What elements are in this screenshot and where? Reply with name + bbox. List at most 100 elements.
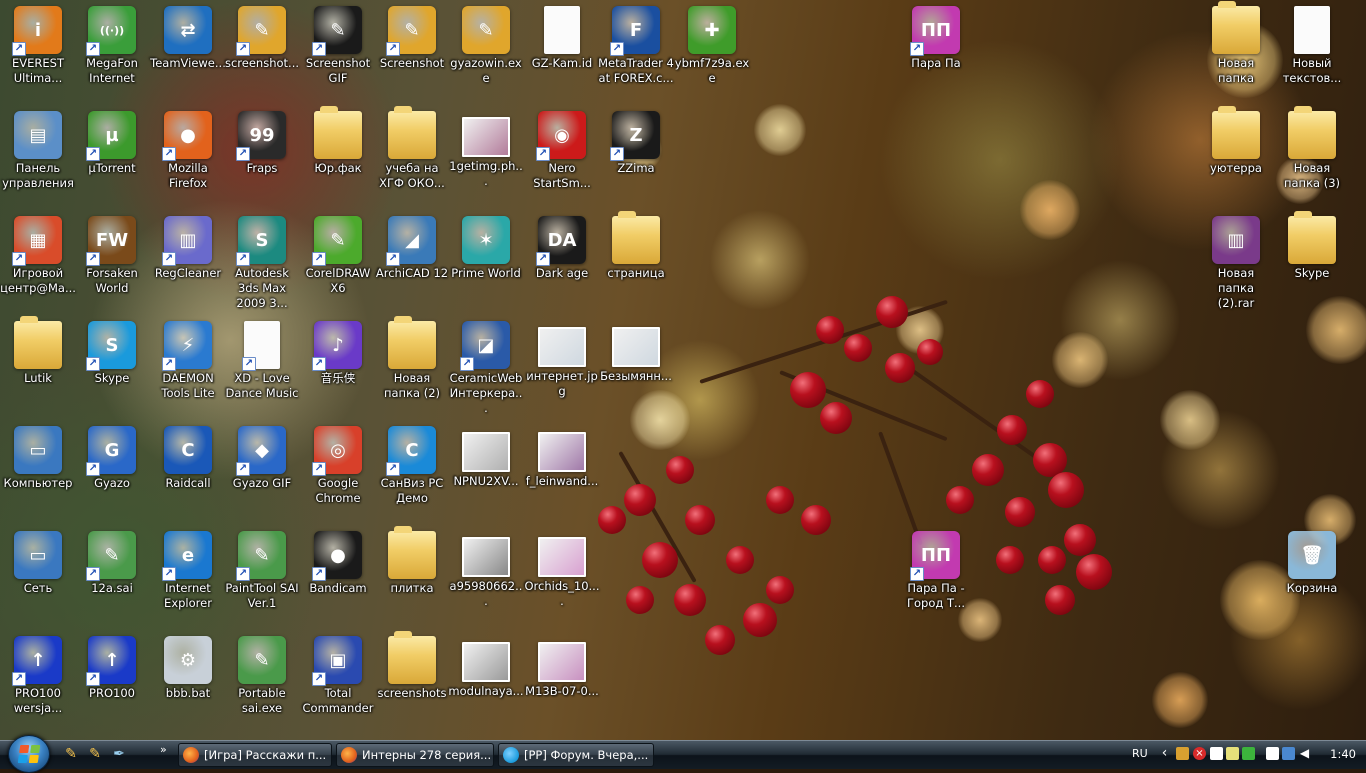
desktop-icon[interactable]: ◪ ↗ CeramicWeb Интеркера... [448,317,524,419]
desktop-icon[interactable]: Lutik [0,316,76,419]
tray-expand-arrow-icon[interactable]: ‹ [1158,746,1171,760]
desktop-icon[interactable]: ▭ Сеть [0,527,76,629]
desktop-icon[interactable]: ⚙ bbb.bat [150,632,226,734]
desktop-icon[interactable]: ✎ ↗ screenshot... [224,2,300,104]
desktop-icon[interactable]: modulnaya... [448,632,524,734]
desktop-icon[interactable]: ▦ ↗ Игровой центр@Ma... [0,212,76,314]
desktop-icon[interactable]: ◎ ↗ Google Chrome [300,422,376,524]
desktop-icon[interactable]: ✎ ↗ PaintTool SAI Ver.1 [224,527,300,629]
desktop-icon[interactable]: ▣ ↗ Total Commander [300,632,376,734]
desktop-icon[interactable]: Новая папка (3) [1274,106,1350,209]
desktop-icon[interactable]: ✎ ↗ 12a.sai [74,527,150,629]
desktop-icon[interactable]: M13B-07-0... [524,632,600,734]
desktop-icon[interactable]: screenshots [374,631,450,734]
tray-error-icon[interactable]: × [1193,747,1206,760]
desktop-icon[interactable]: 🗑 Корзина [1274,527,1350,629]
desktop-icon-label: Компьютер [3,476,73,490]
desktop-icon[interactable]: C Raidcall [150,422,226,524]
desktop-icon[interactable]: S ↗ Skype [74,317,150,419]
desktop-icon[interactable]: ✎ ↗ Screenshot GIF [300,2,376,104]
taskbar-button-firefox-2[interactable]: Интерны 278 серия... [336,743,494,767]
desktop-icon[interactable]: ● ↗ Bandicam [300,527,376,629]
desktop-icon-label: Mozilla Firefox [168,161,208,190]
desktop-icon[interactable]: Z ↗ ZZima [598,107,674,209]
taskbar-button-skype[interactable]: [PP] Форум. Вчера,... [498,743,654,767]
desktop-icon[interactable]: Новая папка (2) [374,316,450,419]
desktop-icon[interactable]: ▥ Новая папка (2).rar [1198,212,1274,314]
desktop-icon[interactable]: DA ↗ Dark age [524,212,600,314]
language-indicator[interactable]: RU [1132,747,1148,760]
start-button[interactable] [8,735,50,773]
desktop-icon[interactable]: Юр.фак [300,106,376,209]
desktop-icon[interactable]: G ↗ Gyazo [74,422,150,524]
tray-battery-icon[interactable] [1266,747,1279,760]
desktop-icon[interactable]: ◢ ↗ ArchiCAD 12 [374,212,450,314]
tray-green-icon[interactable] [1242,747,1255,760]
desktop-icon[interactable]: страница [598,211,674,314]
desktop-icon[interactable]: GZ-Kam.id [524,2,600,104]
bokeh-light [1160,390,1220,450]
taskbar-clock[interactable]: 1:40 [1330,747,1356,761]
desktop-icon[interactable]: Безымянн... [598,317,674,419]
desktop-icon[interactable]: ✚ ybmf7z9a.exe [674,2,750,104]
desktop-icon[interactable]: i ↗ EVEREST Ultima... [0,2,76,104]
desktop-icon[interactable]: a95980662... [448,527,524,629]
desktop-icon[interactable]: ПП ↗ Пара Па - Город Т... [898,527,974,629]
desktop-icon[interactable]: 1getimg.ph... [448,107,524,209]
shortcut-arrow-icon: ↗ [86,252,100,266]
tray-note-icon[interactable] [1226,747,1239,760]
desktop-icon[interactable]: Skype [1274,211,1350,314]
berry-shape [626,586,654,614]
tray-network-icon[interactable] [1282,747,1295,760]
desktop-icon[interactable]: ✎ ↗ CorelDRAW X6 [300,212,376,314]
desktop-icon-label: PRO100 wersja... [13,686,63,715]
desktop-icon[interactable]: e ↗ Internet Explorer [150,527,226,629]
desktop-icon[interactable]: Новый текстов... [1274,2,1350,104]
desktop-icon[interactable]: ⚡ ↗ DAEMON Tools Lite [150,317,226,419]
desktop-icon[interactable]: ПП ↗ Пара Па [898,2,974,104]
quick-launch-expand-button[interactable]: » [160,743,167,756]
desktop-icon[interactable]: ↑ ↗ PRO100 [74,632,150,734]
desktop-icon[interactable]: ↗ XD - Love Dance Music [224,317,300,419]
desktop-icon[interactable]: ↑ ↗ PRO100 wersja... [0,632,76,734]
desktop-icon[interactable]: C ↗ СанВиз PC Демо [374,422,450,524]
quick-launch-pencil-icon[interactable]: ✎ [86,745,104,763]
desktop-icon[interactable]: µ ↗ µTorrent [74,107,150,209]
desktop-icon[interactable]: ✶ Prime World [448,212,524,314]
desktop-icon[interactable]: ((·)) ↗ MegaFon Internet [74,2,150,104]
desktop-icon[interactable]: ◉ ↗ Nero StartSm... [524,107,600,209]
desktop-icon[interactable]: FW ↗ Forsaken World [74,212,150,314]
desktop-icon[interactable]: NPNU2XV... [448,422,524,524]
quick-launch-pen-icon[interactable]: ✒ [110,745,128,763]
tray-document-icon[interactable] [1210,747,1223,760]
desktop-icon[interactable]: интернет.jpg [524,317,600,419]
desktop-icon[interactable]: ✎ ↗ Screenshot [374,2,450,104]
desktop-icon[interactable]: F ↗ MetaTrader 4 at FOREX.c... [598,2,674,104]
desktop-icon[interactable]: Orchids_10.... [524,527,600,629]
desktop-icon[interactable]: ● ↗ Mozilla Firefox [150,107,226,209]
desktop-icon[interactable]: 99 ↗ Fraps [224,107,300,209]
desktop-icon[interactable]: ▥ ↗ RegCleaner [150,212,226,314]
desktop-icon[interactable]: S ↗ Autodesk 3ds Max 2009 3... [224,212,300,314]
shortcut-arrow-icon: ↗ [12,252,26,266]
desktop-icon-label: Portable sai.exe [238,686,286,715]
desktop-icon[interactable]: плитка [374,526,450,629]
desktop-icon[interactable]: ⇄ TeamViewe... [150,2,226,104]
desktop-icon[interactable]: ▤ Панель управления [0,107,76,209]
desktop-icon[interactable]: ◆ ↗ Gyazo GIF [224,422,300,524]
tray-box-icon[interactable] [1176,747,1189,760]
taskbar-button-firefox-1[interactable]: [Игра] Расскажи п... [178,743,332,767]
tray-volume-icon[interactable]: ◀ [1298,747,1311,760]
desktop-icon[interactable]: ✎ gyazowin.exe [448,2,524,104]
desktop-icon[interactable]: учеба на ХГФ ОКО... [374,106,450,209]
desktop-icon[interactable]: f_leinwand... [524,422,600,524]
quick-launch-pencil-icon[interactable]: ✎ [62,745,80,763]
desktop-icon[interactable]: ▭ Компьютер [0,422,76,524]
desktop-icon[interactable]: ✎ Portable sai.exe [224,632,300,734]
folder-icon [14,316,62,369]
desktop-icon[interactable]: ♪ ↗ 音乐侠 [300,317,376,419]
desktop-icon[interactable]: уютерра [1198,106,1274,209]
image-thumbnail-icon [538,432,586,472]
desktop-icon[interactable]: Новая папка [1198,1,1274,104]
bokeh-light [1152,672,1208,728]
